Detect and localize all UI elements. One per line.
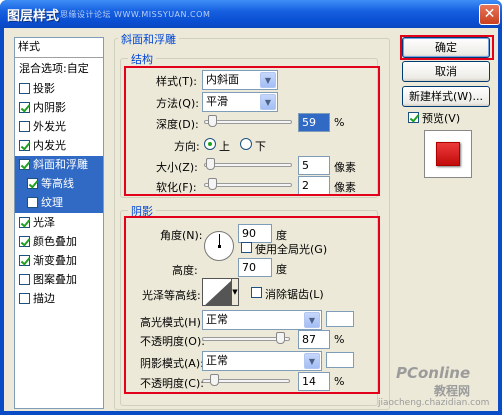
blend-options-item[interactable]: 混合选项:自定 bbox=[15, 60, 103, 79]
style-item-stroke[interactable]: 描边 bbox=[15, 290, 103, 309]
cancel-button[interactable]: 取消 bbox=[402, 61, 490, 82]
watermark-top: 思缘设计论坛 WWW.MISSYUAN.COM bbox=[60, 10, 211, 19]
style-item-label: 渐变叠加 bbox=[33, 254, 77, 267]
close-button[interactable]: ✕ bbox=[479, 4, 500, 25]
checkbox-satin[interactable] bbox=[19, 217, 30, 228]
style-item-label: 内阴影 bbox=[33, 101, 66, 114]
preview-label[interactable]: 预览(V) bbox=[422, 110, 460, 126]
style-item-label: 等高线 bbox=[41, 177, 74, 190]
style-item-drop-shadow[interactable]: 投影 bbox=[15, 80, 103, 99]
style-item-label: 光泽 bbox=[33, 216, 55, 229]
style-item-label: 纹理 bbox=[41, 196, 63, 209]
style-item-label: 斜面和浮雕 bbox=[33, 158, 88, 171]
checkbox-color-overlay[interactable] bbox=[19, 236, 30, 247]
watermark-url: jiaocheng.chazidian.com bbox=[378, 398, 490, 408]
style-item-bevel-emboss[interactable]: 斜面和浮雕 bbox=[15, 156, 103, 175]
structure-title: 结构 bbox=[128, 51, 156, 67]
style-item-gradient-overlay[interactable]: 渐变叠加 bbox=[15, 252, 103, 271]
style-item-label: 投影 bbox=[33, 82, 55, 95]
checkbox-inner-glow[interactable] bbox=[19, 140, 30, 151]
style-item-label: 颜色叠加 bbox=[33, 235, 77, 248]
style-item-inner-glow[interactable]: 内发光 bbox=[15, 137, 103, 156]
checkbox-inner-shadow[interactable] bbox=[19, 102, 30, 113]
style-item-outer-glow[interactable]: 外发光 bbox=[15, 118, 103, 137]
style-item-satin[interactable]: 光泽 bbox=[15, 214, 103, 233]
style-preview-thumbnail bbox=[424, 130, 472, 178]
bevel-emboss-title: 斜面和浮雕 bbox=[118, 31, 179, 47]
annotation-box-shading bbox=[124, 216, 380, 394]
new-style-button[interactable]: 新建样式(W)... bbox=[402, 86, 490, 107]
style-item-label: 图案叠加 bbox=[33, 273, 77, 286]
watermark-brand: PConline bbox=[396, 364, 471, 382]
checkbox-stroke[interactable] bbox=[19, 293, 30, 304]
dialog-title: 图层样式 bbox=[7, 9, 60, 24]
preview-checkbox[interactable] bbox=[408, 112, 419, 123]
checkbox-pattern-overlay[interactable] bbox=[19, 274, 30, 285]
preview-square bbox=[436, 142, 460, 166]
annotation-box-structure bbox=[124, 66, 380, 196]
style-item-contour[interactable]: 等高线 bbox=[15, 175, 103, 194]
watermark-title: 教程网 bbox=[434, 384, 471, 398]
style-item-label: 内发光 bbox=[33, 139, 66, 152]
dialog-body: 样式 混合选项:自定 投影 内阴影 外发光 内发光 斜面和浮雕 等高线 纹理 光… bbox=[4, 28, 498, 411]
checkbox-outer-glow[interactable] bbox=[19, 121, 30, 132]
style-item-label: 外发光 bbox=[33, 120, 66, 133]
title-bar[interactable]: 图层样式 思缘设计论坛 WWW.MISSYUAN.COM ✕ bbox=[0, 0, 502, 28]
layer-style-dialog: 图层样式 思缘设计论坛 WWW.MISSYUAN.COM ✕ 样式 混合选项:自… bbox=[0, 0, 502, 415]
style-item-pattern-overlay[interactable]: 图案叠加 bbox=[15, 271, 103, 290]
checkbox-contour[interactable] bbox=[27, 178, 38, 189]
annotation-box-ok bbox=[400, 35, 494, 60]
checkbox-texture[interactable] bbox=[27, 197, 38, 208]
style-list-header[interactable]: 样式 bbox=[15, 38, 103, 58]
style-item-label: 描边 bbox=[33, 292, 55, 305]
style-item-color-overlay[interactable]: 颜色叠加 bbox=[15, 233, 103, 252]
checkbox-gradient-overlay[interactable] bbox=[19, 255, 30, 266]
style-item-inner-shadow[interactable]: 内阴影 bbox=[15, 99, 103, 118]
checkbox-bevel-emboss[interactable] bbox=[19, 159, 30, 170]
style-item-texture[interactable]: 纹理 bbox=[15, 194, 103, 213]
checkbox-drop-shadow[interactable] bbox=[19, 83, 30, 94]
style-list: 样式 混合选项:自定 投影 内阴影 外发光 内发光 斜面和浮雕 等高线 纹理 光… bbox=[14, 37, 104, 409]
